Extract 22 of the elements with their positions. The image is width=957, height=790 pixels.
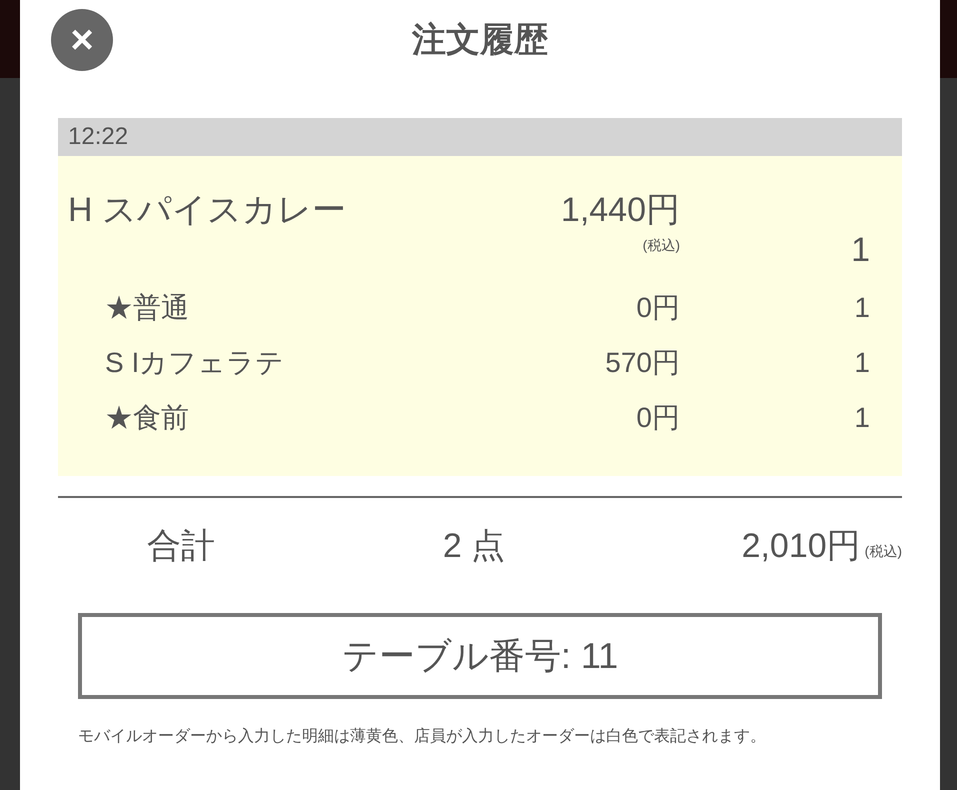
table-number: テーブル番号: 11 — [78, 613, 882, 699]
item-price: 0円 — [635, 290, 680, 324]
total-amount: 2,010円 — [740, 526, 861, 566]
item-price: 1,440円 — [560, 190, 680, 230]
total-label: 合計 — [146, 526, 216, 566]
total-count: 2 点 — [442, 526, 506, 566]
tax-note: (税込) — [864, 542, 902, 561]
item-quantity: 1 — [853, 346, 871, 380]
dialog-title: 注文履歴 — [412, 20, 548, 61]
item-name: ★普通 — [104, 290, 190, 324]
item-quantity: 1 — [850, 230, 871, 270]
note-text: モバイルオーダーから入力した明細は薄黄色、店員が入力したオーダーは白色で表記されます。 — [78, 726, 767, 747]
item-name: S Iカフェラテ — [104, 346, 286, 380]
tax-note: (税込) — [642, 236, 680, 254]
item-price: 570円 — [604, 346, 680, 380]
item-name: H スパイスカレー — [67, 190, 347, 230]
item-name: ★食前 — [104, 400, 190, 434]
item-quantity: 1 — [853, 290, 871, 324]
order-time-header: 12:22 — [58, 118, 902, 156]
item-quantity: 1 — [853, 400, 871, 434]
close-button[interactable]: × — [51, 9, 113, 71]
item-price: 0円 — [635, 400, 680, 434]
